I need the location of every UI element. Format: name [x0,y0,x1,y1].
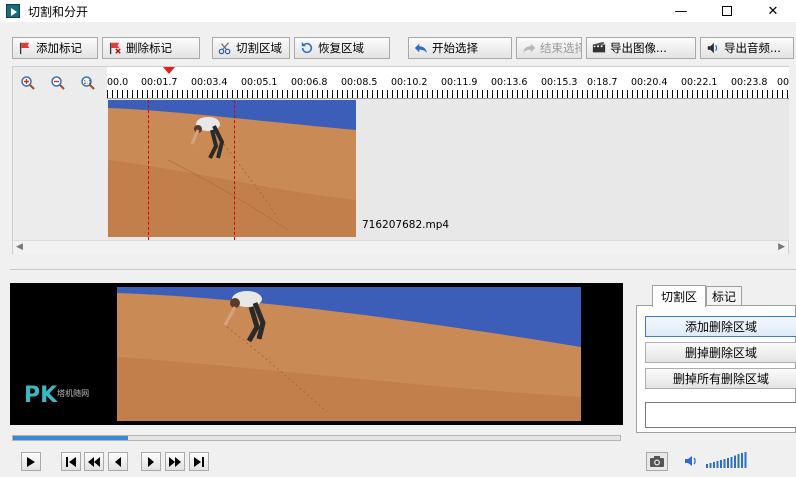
tick-label: 00:22.1 [681,77,718,88]
redo-arrow-icon [521,40,537,56]
end-selection-button[interactable]: 结束选择 [516,37,582,59]
tick-label: 0:18.7 [587,77,618,88]
cut-start-line[interactable] [148,100,149,240]
preview-frame [117,287,581,421]
clip-thumbnail[interactable] [108,100,356,237]
tick-label: 00:08.5 [341,77,378,88]
video-preview[interactable]: PK塔机随网 [10,283,623,425]
zoom-fit-button[interactable]: 1:1 [77,73,99,93]
tick-label: 00:05.1 [241,77,278,88]
tick-label: 00:13.6 [491,77,528,88]
playback-progress[interactable] [12,435,621,441]
maximize-icon [722,6,732,16]
desert-preview-image [117,287,581,421]
clip-filename: 716207682.mp4 [362,219,450,231]
tick-label: 00:01.7 [141,77,178,88]
fast-forward-button[interactable] [165,452,185,471]
speaker-export-icon [705,40,721,56]
tab-content: 添加删除区域 删掉删除区域 删掉所有删除区域 [636,305,796,433]
tab-cut-area[interactable]: 切割区 [652,285,706,307]
step-forward-button[interactable] [141,452,161,471]
desert-thumbnail-image [108,100,356,237]
zoom-in-icon [21,76,35,90]
skip-start-icon [66,456,76,467]
tick-label: 00:23.8 [731,77,768,88]
zoom-out-icon [51,76,65,90]
fast-forward-icon [169,456,181,467]
section-divider [10,269,796,270]
export-audio-button[interactable]: 导出音频... [700,37,794,59]
start-selection-button[interactable]: 开始选择 [408,37,512,59]
zoom-fit-icon: 1:1 [81,76,95,90]
scissors-icon [217,40,233,56]
scroll-right-icon[interactable]: ▶ [778,242,785,252]
maximize-button[interactable] [704,0,750,22]
title-bar: 切割和分开 — ✕ [0,0,796,22]
tick-label: 00:20.4 [631,77,668,88]
tick-label: 00:11.9 [441,77,478,88]
export-image-button[interactable]: 导出图像... [586,37,696,59]
svg-text:1:1: 1:1 [83,80,91,86]
fast-rewind-button[interactable] [84,452,104,471]
region-tab-panel: 切割区 标记 添加删除区域 删掉删除区域 删掉所有删除区域 [636,285,796,433]
minimize-button[interactable]: — [658,0,704,22]
volume-icon[interactable] [684,455,698,467]
close-button[interactable]: ✕ [750,0,796,22]
tab-markers[interactable]: 标记 [706,286,742,306]
tick-label: 00:06.8 [291,77,328,88]
remove-delete-region-button[interactable]: 删掉删除区域 [645,342,796,363]
tick-label: 00:25 [777,77,789,88]
step-back-icon [115,456,121,467]
timeline-panel: 1:1 00.0 00:01.7 00:03.4 00:05.1 00:06.8… [12,66,789,254]
delete-marker-button[interactable]: 删除标记 [102,37,200,59]
restore-region-button[interactable]: 恢复区域 [294,37,390,59]
step-forward-icon [148,456,154,467]
go-to-end-button[interactable] [189,452,209,471]
camera-icon [650,456,664,467]
time-ruler[interactable]: 00.0 00:01.7 00:03.4 00:05.1 00:06.8 00:… [107,67,789,99]
flag-delete-icon [107,40,123,56]
step-back-button[interactable] [108,452,128,471]
zoom-out-button[interactable] [47,73,69,93]
window-title: 切割和分开 [28,4,89,19]
rewind-icon [88,456,100,467]
flag-add-icon [17,40,33,56]
add-delete-region-button[interactable]: 添加删除区域 [645,316,796,337]
progress-fill [13,436,129,440]
tick-label: 00.0 [107,77,129,88]
restore-icon [299,40,315,56]
zoom-in-button[interactable] [17,73,39,93]
ruler-ticks [107,90,789,98]
snapshot-button[interactable] [646,452,668,471]
scroll-left-icon[interactable]: ◀ [16,242,23,252]
undo-arrow-icon [413,40,429,56]
skip-end-icon [194,456,204,467]
play-icon [27,456,35,467]
cut-end-line[interactable] [234,100,235,240]
go-to-start-button[interactable] [61,452,81,471]
volume-slider[interactable] [706,452,748,468]
watermark-logo: PK塔机随网 [24,383,90,408]
film-icon [591,40,607,56]
add-marker-button[interactable]: 添加标记 [12,37,98,59]
playhead-marker[interactable] [163,67,175,74]
tick-label: 00:10.2 [391,77,428,88]
remove-all-delete-regions-button[interactable]: 删掉所有删除区域 [645,368,796,389]
tick-label: 00:15.3 [541,77,578,88]
video-track[interactable]: 716207682.mp4 [107,100,789,240]
cut-region-button[interactable]: 切割区域 [212,37,290,59]
play-button[interactable] [21,452,41,471]
region-list-box[interactable] [645,402,796,428]
tick-label: 00:03.4 [191,77,228,88]
timeline-scrollbar[interactable]: ◀ ▶ [13,240,788,254]
app-icon [6,4,20,18]
